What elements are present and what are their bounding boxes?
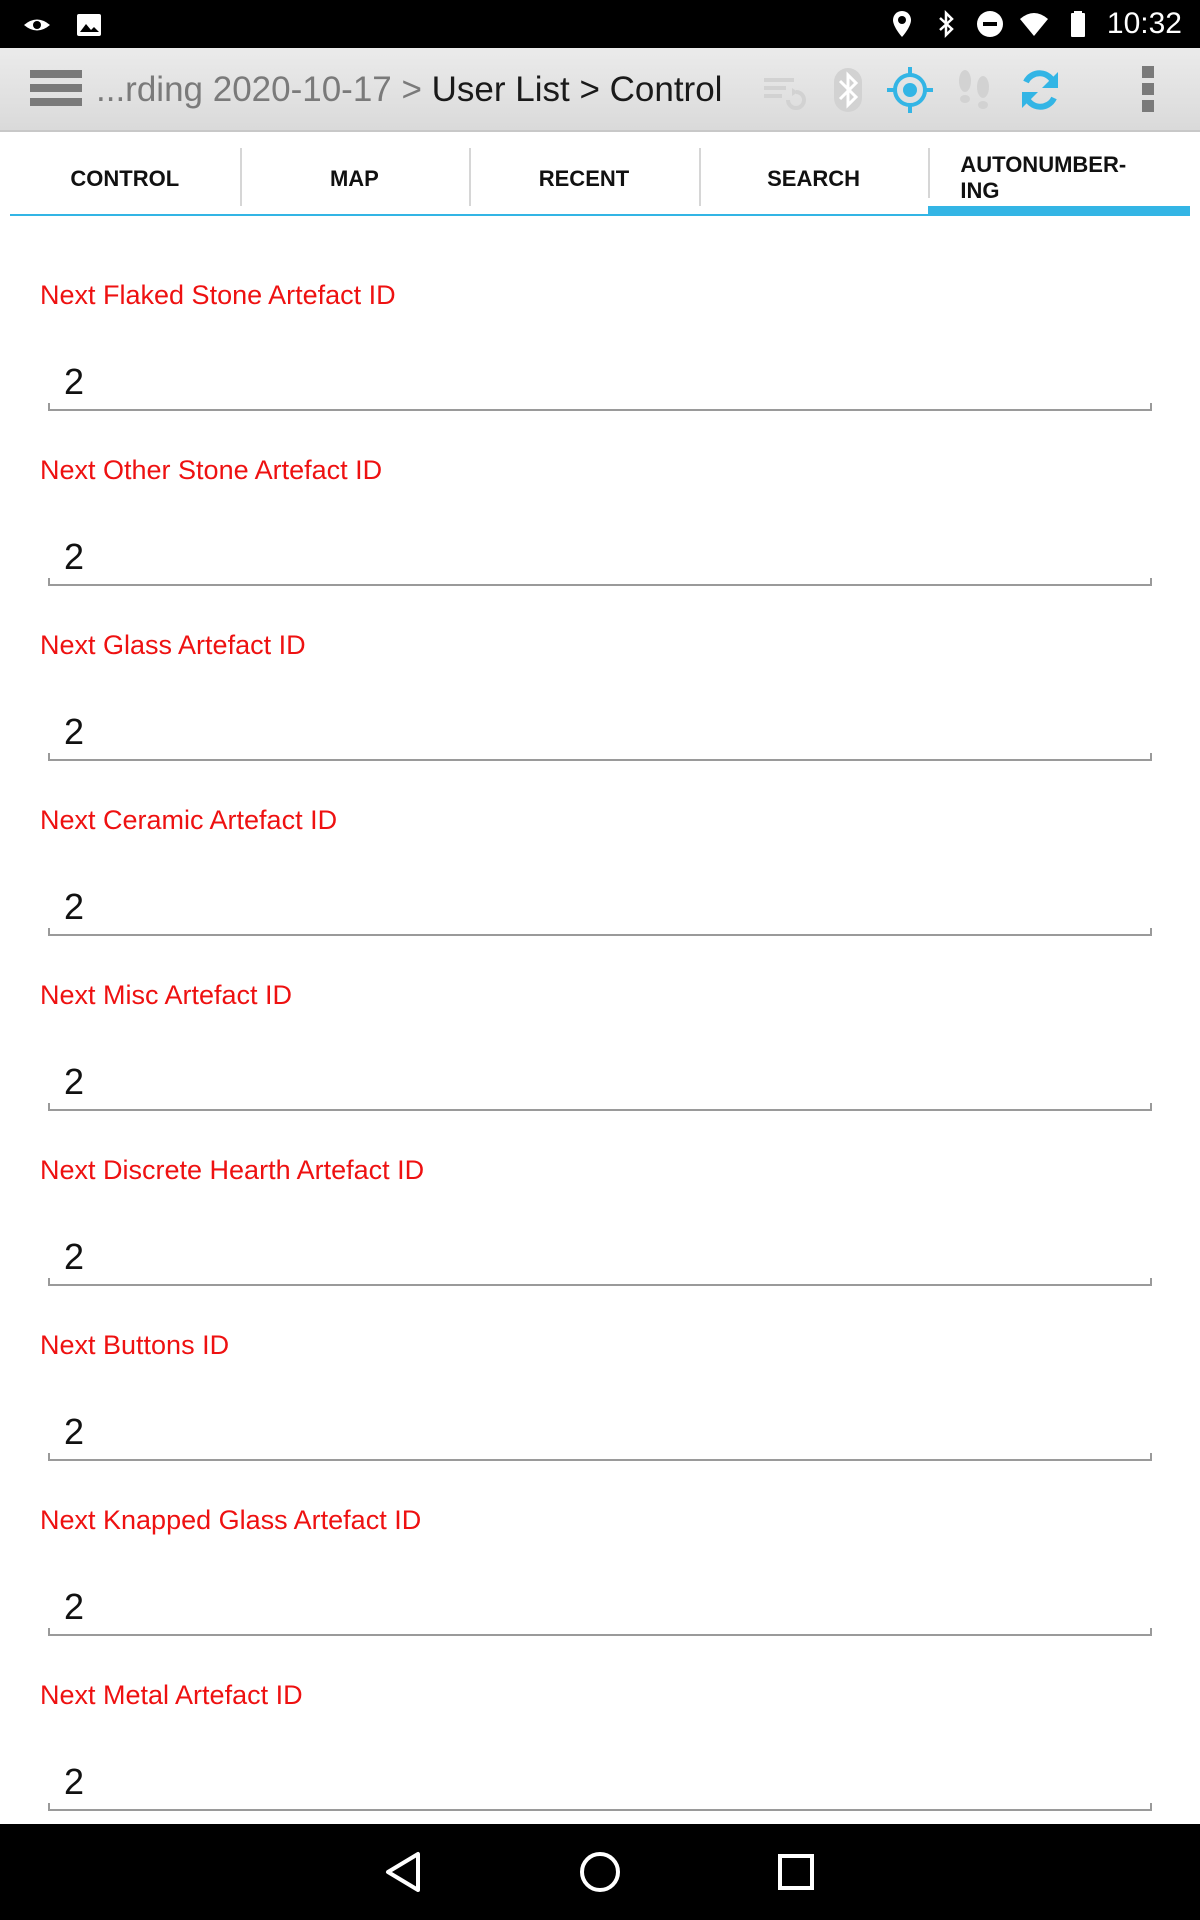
form-field: Next Buttons ID xyxy=(0,1266,1200,1461)
home-icon[interactable] xyxy=(570,1842,630,1902)
bluetooth-icon[interactable] xyxy=(822,64,874,116)
field-label: Next Discrete Hearth Artefact ID xyxy=(40,1155,425,1185)
hamburger-menu-icon[interactable] xyxy=(30,70,82,110)
tab-label: AUTONUMBER- ING xyxy=(960,152,1127,203)
field-underline xyxy=(48,1803,1152,1811)
field-label: Next Ceramic Artefact ID xyxy=(40,805,338,835)
back-icon[interactable] xyxy=(374,1842,434,1902)
form-field: Next Discrete Hearth Artefact ID xyxy=(0,1091,1200,1286)
tab-search[interactable]: SEARCH xyxy=(698,144,929,216)
recents-icon[interactable] xyxy=(766,1842,826,1902)
field-label: Next Misc Artefact ID xyxy=(40,980,293,1010)
status-time: 10:32 xyxy=(1106,7,1182,40)
tab-label: MAP xyxy=(329,166,379,191)
form-field: Next Other Stone Artefact ID xyxy=(0,391,1200,586)
tab-label: RECENT xyxy=(538,166,630,191)
field-label: Next Other Stone Artefact ID xyxy=(40,455,383,485)
battery-icon xyxy=(1070,11,1085,37)
system-nav-bar xyxy=(0,1824,1200,1920)
overflow-menu-icon[interactable] xyxy=(1142,66,1156,116)
next-metal-artefact-id-input[interactable] xyxy=(48,1756,1150,1808)
footsteps-icon[interactable] xyxy=(948,64,1000,116)
image-icon xyxy=(77,14,101,36)
breadcrumb-prefix: ...rding 2020-10-17 > xyxy=(96,70,432,109)
field-label: Next Glass Artefact ID xyxy=(40,630,306,660)
form-field: Next Ceramic Artefact ID xyxy=(0,741,1200,936)
form-field: Next Misc Artefact ID xyxy=(0,916,1200,1111)
eye-icon xyxy=(24,19,50,31)
status-bar: 10:32 xyxy=(0,0,1200,48)
sync-status-icon[interactable] xyxy=(758,64,810,116)
breadcrumb-current: User List > Control xyxy=(431,70,723,109)
tab-bar: CONTROL MAP RECENT SEARCH AUTONUMBER- IN… xyxy=(10,144,1190,216)
field-label: Next Metal Artefact ID xyxy=(40,1680,303,1710)
breadcrumb: ...rding 2020-10-17 > User List > Contro… xyxy=(96,70,722,110)
gps-icon[interactable] xyxy=(884,64,936,116)
bluetooth-icon xyxy=(939,9,954,39)
action-bar: ...rding 2020-10-17 > User List > Contro… xyxy=(0,48,1200,132)
tab-label: SEARCH xyxy=(767,166,861,191)
field-label: Next Buttons ID xyxy=(40,1330,230,1360)
refresh-icon[interactable] xyxy=(1014,64,1066,116)
do-not-disturb-icon xyxy=(976,11,1003,37)
tab-autonumbering[interactable]: AUTONUMBER- ING xyxy=(928,144,1190,216)
field-label: Next Knapped Glass Artefact ID xyxy=(40,1505,422,1535)
field-label: Next Flaked Stone Artefact ID xyxy=(40,280,396,310)
form-field: Next Flaked Stone Artefact ID xyxy=(0,216,1200,411)
tab-map[interactable]: MAP xyxy=(239,144,470,216)
form-field: Next Knapped Glass Artefact ID xyxy=(0,1441,1200,1636)
form-field: Next Glass Artefact ID xyxy=(0,566,1200,761)
autonumbering-form: Next Flaked Stone Artefact ID Next Other… xyxy=(0,216,1200,1811)
tab-label: CONTROL xyxy=(70,166,180,191)
wifi-icon xyxy=(1019,13,1048,36)
tab-control[interactable]: CONTROL xyxy=(10,144,240,216)
location-pin-icon xyxy=(892,11,911,37)
tab-recent[interactable]: RECENT xyxy=(469,144,699,216)
form-field: Next Metal Artefact ID xyxy=(0,1616,1200,1811)
